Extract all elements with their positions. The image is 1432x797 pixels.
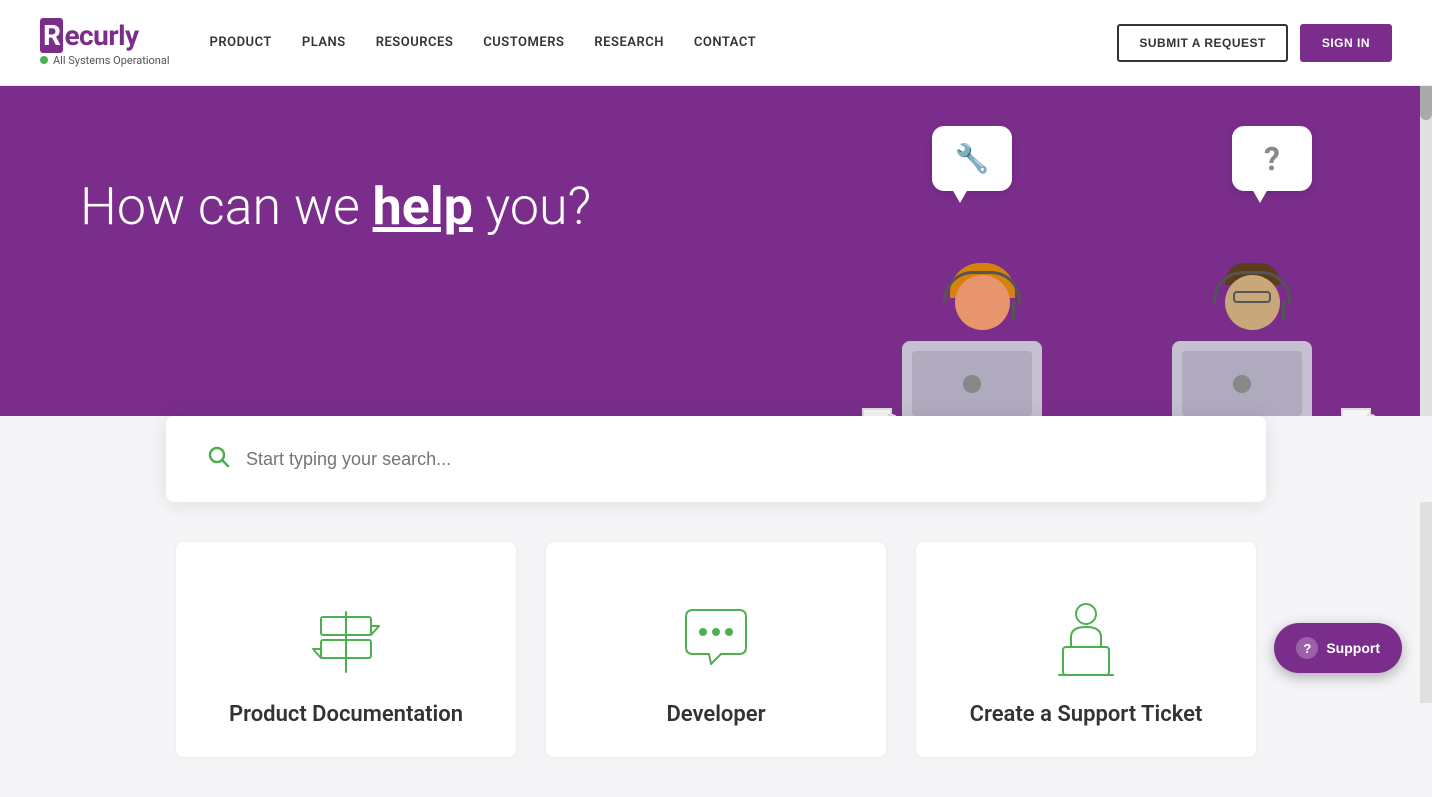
signin-button[interactable]: SIGN IN: [1300, 24, 1392, 62]
laptop-person-icon: [1041, 592, 1131, 682]
support-circle-icon: ?: [1296, 637, 1318, 659]
card-product-docs[interactable]: Product Documentation: [176, 542, 516, 757]
card-product-docs-title: Product Documentation: [229, 702, 463, 727]
female-laptop-screen: [912, 351, 1032, 416]
female-headset-mic: [1012, 301, 1015, 321]
agent-male: [1172, 263, 1332, 436]
card-support-ticket-title: Create a Support Ticket: [970, 702, 1203, 727]
search-section: [0, 416, 1432, 502]
hero-prefix: How can we: [80, 176, 373, 237]
nav-product[interactable]: PRODUCT: [210, 35, 272, 50]
nav-contact[interactable]: CONTACT: [694, 35, 756, 50]
search-input[interactable]: [246, 449, 1226, 470]
nav-actions: SUBMIT A REQUEST SIGN IN: [1117, 24, 1392, 62]
female-laptop-dot: [963, 375, 981, 393]
female-head: [955, 263, 1010, 333]
status-indicator: All Systems Operational: [40, 54, 170, 67]
wrench-icon: 🔧: [955, 142, 990, 175]
nav-research[interactable]: RESEARCH: [594, 35, 664, 50]
search-container: [166, 416, 1266, 502]
chat-icon: [671, 592, 761, 682]
male-laptop: [1172, 341, 1312, 426]
search-icon: [206, 444, 230, 474]
status-text: All Systems Operational: [53, 54, 170, 67]
logo-area: Recurly All Systems Operational: [40, 19, 170, 67]
male-headset-mic: [1282, 301, 1285, 321]
logo[interactable]: Recurly: [40, 19, 170, 52]
hero-suffix: you?: [473, 176, 591, 237]
male-laptop-dot: [1233, 375, 1251, 393]
card-developer-title: Developer: [666, 702, 765, 727]
card-developer[interactable]: Developer: [546, 542, 886, 757]
cards-section: Product Documentation Developer: [0, 502, 1432, 797]
support-fab-label: Support: [1326, 640, 1380, 656]
female-laptop: [902, 341, 1042, 426]
hero-illustration: 🔧 ?: [872, 116, 1352, 456]
male-head: [1225, 263, 1280, 333]
submit-request-button[interactable]: SUBMIT A REQUEST: [1117, 24, 1287, 62]
hero-heading: How can we help you?: [80, 176, 591, 238]
navbar: Recurly All Systems Operational PRODUCT …: [0, 0, 1432, 86]
hero-highlight: help: [373, 176, 473, 237]
signpost-icon: [301, 592, 391, 682]
agent-female: [902, 263, 1062, 436]
nav-links: PRODUCT PLANS RESOURCES CUSTOMERS RESEAR…: [210, 35, 1118, 50]
scrollbar[interactable]: [1420, 0, 1432, 703]
status-dot: [40, 56, 48, 64]
male-laptop-screen: [1182, 351, 1302, 416]
bubble-question: ?: [1232, 126, 1312, 191]
bubble-wrench: 🔧: [932, 126, 1012, 191]
nav-plans[interactable]: PLANS: [302, 35, 346, 50]
question-mark-icon: ?: [1264, 140, 1280, 178]
nav-resources[interactable]: RESOURCES: [376, 35, 454, 50]
card-support-ticket[interactable]: Create a Support Ticket: [916, 542, 1256, 757]
support-fab-button[interactable]: ? Support: [1274, 623, 1402, 673]
nav-customers[interactable]: CUSTOMERS: [483, 35, 564, 50]
